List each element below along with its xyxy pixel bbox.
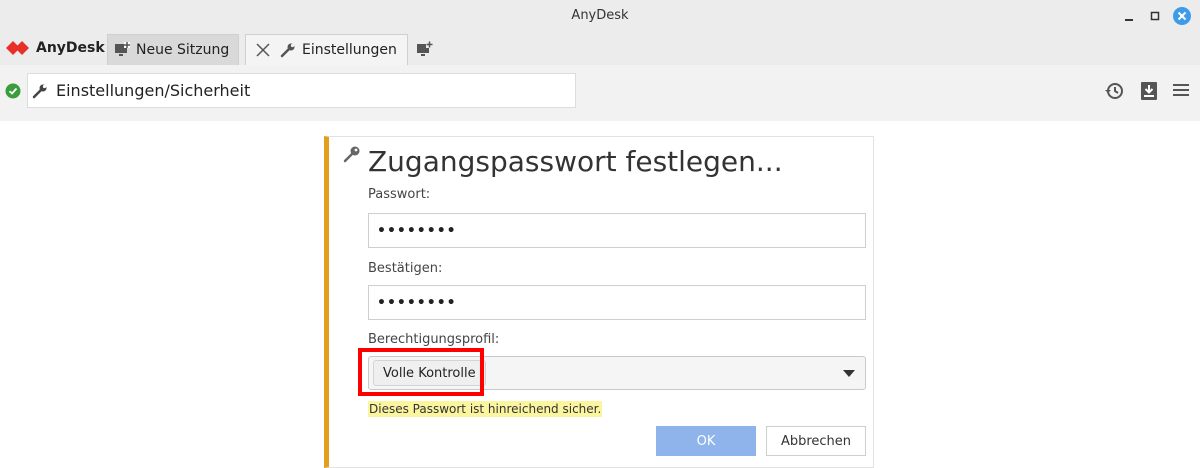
password-strength-note: Dieses Passwort ist hinreichend sicher. <box>368 401 603 417</box>
close-tab-icon[interactable] <box>256 43 270 57</box>
menu-icon <box>1173 84 1189 96</box>
brand-name: AnyDesk <box>36 40 105 56</box>
address-text: Einstellungen/Sicherheit <box>56 81 251 100</box>
confirm-password-input[interactable]: •••••••• <box>368 285 866 320</box>
tab-neue-sitzung[interactable]: Neue Sitzung <box>107 34 239 65</box>
password-label: Passwort: <box>368 187 431 202</box>
tab-bar: AnyDesk Neue Sitzung Einstellungen <box>0 32 1200 65</box>
window-title: AnyDesk <box>571 8 629 23</box>
main-menu-button[interactable] <box>1172 81 1190 103</box>
wrench-icon <box>32 84 47 98</box>
download-icon <box>1141 82 1157 100</box>
set-password-panel: Zugangspasswort festlegen... Passwort: •… <box>324 136 874 468</box>
confirm-label: Bestätigen: <box>368 261 443 276</box>
history-button[interactable] <box>1104 81 1124 105</box>
address-bar-area: Einstellungen/Sicherheit <box>0 65 1200 121</box>
download-button[interactable] <box>1140 81 1158 105</box>
tab-label: Neue Sitzung <box>136 42 230 58</box>
history-icon <box>1105 83 1123 99</box>
chevron-down-icon <box>843 370 855 377</box>
permission-profile-label: Berechtigungsprofil: <box>368 332 500 347</box>
close-icon <box>1177 11 1187 21</box>
new-session-icon <box>417 41 433 56</box>
minimize-button[interactable] <box>1120 7 1138 25</box>
tab-label: Einstellungen <box>302 42 397 58</box>
connection-status-icon <box>5 83 21 103</box>
monitor-icon <box>115 42 130 56</box>
anydesk-logo: AnyDesk <box>6 40 105 56</box>
anydesk-logo-icon <box>6 41 29 55</box>
wrench-icon <box>280 43 295 58</box>
new-session-button[interactable] <box>416 40 434 62</box>
maximize-icon <box>1150 11 1160 21</box>
password-input[interactable]: •••••••• <box>368 213 866 248</box>
tab-einstellungen[interactable]: Einstellungen <box>245 34 408 65</box>
window-titlebar: AnyDesk <box>0 0 1200 32</box>
close-window-button[interactable] <box>1173 7 1191 25</box>
dialog-title: Zugangspasswort festlegen... <box>368 145 783 178</box>
minimize-icon <box>1125 19 1133 21</box>
maximize-button[interactable] <box>1146 7 1164 25</box>
highlight-box <box>358 348 484 396</box>
address-input[interactable]: Einstellungen/Sicherheit <box>27 73 576 108</box>
cancel-button[interactable]: Abbrechen <box>766 426 866 456</box>
key-icon <box>343 145 361 167</box>
ok-button[interactable]: OK <box>656 426 756 456</box>
